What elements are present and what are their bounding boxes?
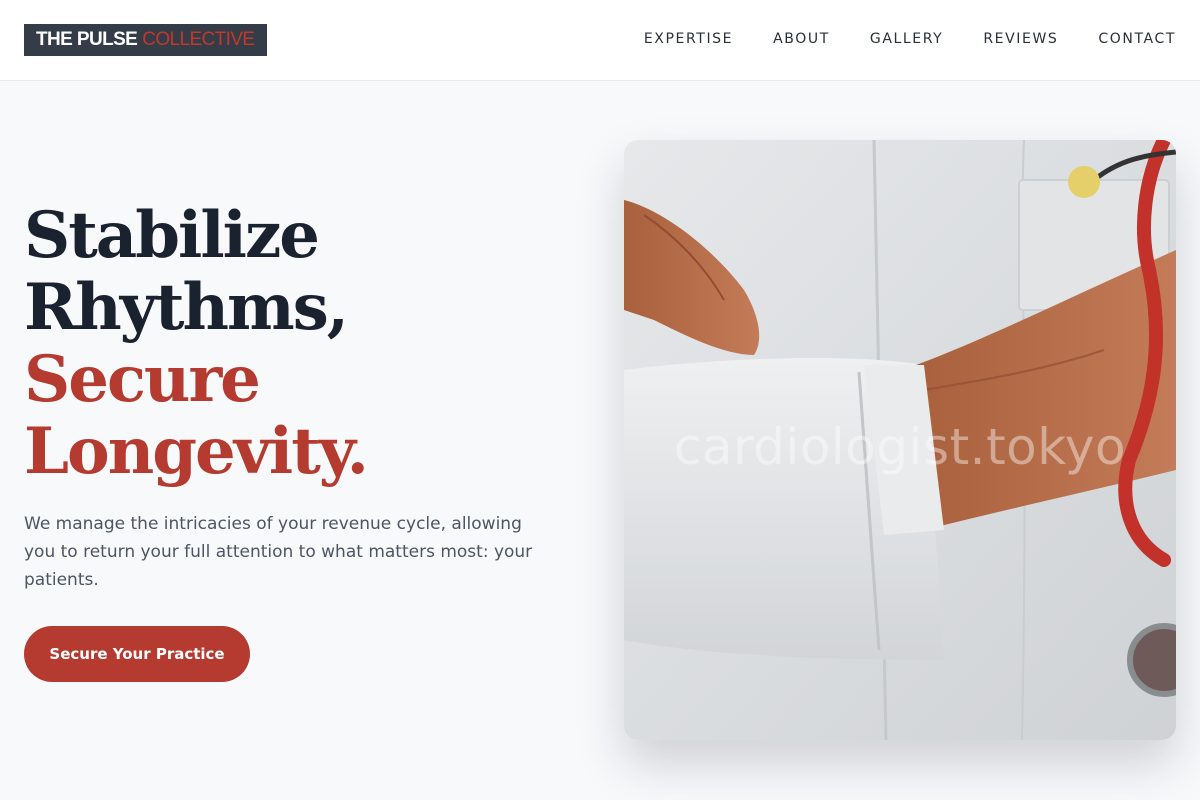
- nav-link-reviews[interactable]: REVIEWS: [983, 31, 1058, 47]
- main-nav: EXPERTISE ABOUT GALLERY REVIEWS CONTACT: [644, 0, 1176, 78]
- logo-text-accent: COLLECTIVE: [142, 29, 255, 50]
- nav-link-contact[interactable]: CONTACT: [1098, 31, 1176, 47]
- brand-logo[interactable]: THE PULSE COLLECTIVE: [24, 24, 267, 56]
- nav-link-expertise[interactable]: EXPERTISE: [644, 31, 733, 47]
- hero-title-line-1: Stabilize: [24, 198, 320, 273]
- logo-text-primary: THE PULSE: [36, 29, 138, 50]
- site-header: THE PULSE COLLECTIVE EXPERTISE ABOUT GAL…: [0, 0, 1200, 81]
- hero-title: Stabilize Rhythms, Secure Longevity.: [24, 198, 369, 489]
- hero-subtitle: We manage the intricacies of your revenu…: [24, 514, 533, 590]
- hero-image: cardiologist.tokyo: [624, 140, 1176, 740]
- nav-link-gallery[interactable]: GALLERY: [870, 31, 943, 47]
- hero-title-line-2: Rhythms,: [24, 270, 349, 345]
- hero-title-line-3: Secure: [24, 342, 261, 417]
- hero-title-line-4: Longevity.: [24, 414, 369, 489]
- nav-link-about[interactable]: ABOUT: [773, 31, 830, 47]
- secure-practice-button[interactable]: Secure Your Practice: [24, 626, 250, 682]
- image-watermark: cardiologist.tokyo: [673, 418, 1127, 476]
